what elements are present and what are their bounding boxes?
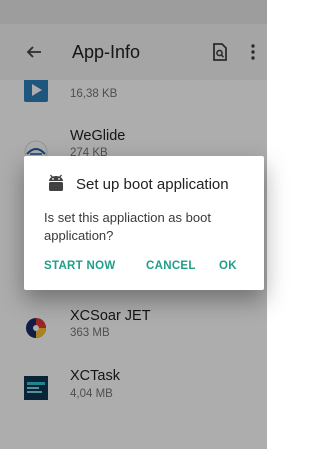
dialog-message: Is set this appliaction as boot applicat… bbox=[44, 210, 211, 243]
android-icon bbox=[46, 172, 66, 192]
cancel-button[interactable]: CANCEL bbox=[146, 258, 196, 274]
boot-application-dialog: Set up boot application Is set this appl… bbox=[24, 156, 264, 290]
start-now-button[interactable]: START NOW bbox=[44, 258, 115, 274]
ok-button[interactable]: OK bbox=[219, 258, 237, 274]
dialog-title: Set up boot application bbox=[76, 176, 229, 193]
